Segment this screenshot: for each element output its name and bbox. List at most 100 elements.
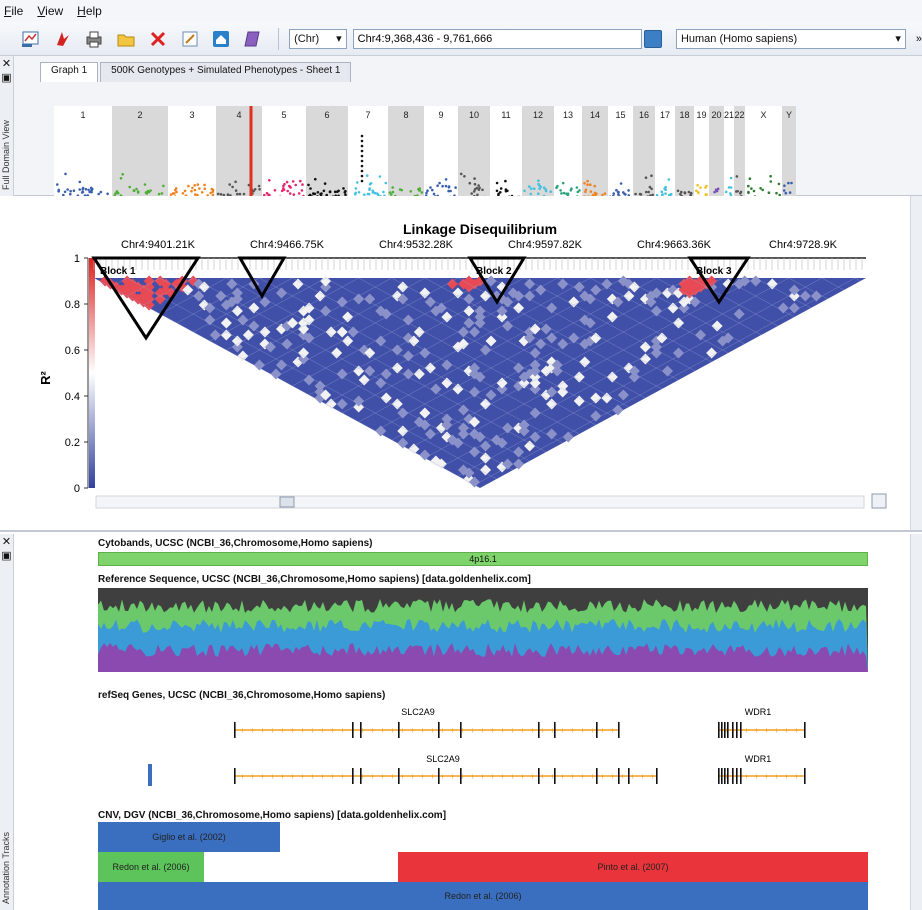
svg-text:+: +: [410, 726, 415, 735]
ld-y-tick-label: 0.4: [65, 391, 80, 403]
slc2a9-transcript-1-exon: [596, 722, 598, 738]
chromosome-select-value: (Chr): [294, 32, 320, 45]
gene-label-slc2a9-2: SLC2A9: [426, 754, 460, 764]
chromosome-label-9: 9: [438, 110, 443, 120]
ld-y-tick-label: 0: [74, 483, 80, 495]
svg-text:+: +: [530, 772, 535, 781]
svg-text:+: +: [440, 772, 445, 781]
slc2a9-transcript-2-exon: [554, 768, 556, 784]
cnv-redon-2006-green[interactable]: Redon et al. (2006): [98, 852, 204, 882]
ld-heatmap[interactable]: Linkage Disequilibrium 0 0.2 0.4 0.6 0.8 1 R² Ch…: [0, 196, 922, 532]
print-icon[interactable]: [82, 27, 108, 51]
slc2a9-transcript-1-exon: [360, 722, 362, 738]
cnv-redon-2006-blue[interactable]: Redon et al. (2006): [98, 882, 868, 910]
wdr1-transcript-2-exon: [732, 768, 734, 784]
ld-position-label: Chr4:9663.36K: [637, 239, 712, 251]
svg-text:+: +: [420, 772, 425, 781]
svg-text:+: +: [530, 726, 535, 735]
new-plot-icon[interactable]: [18, 27, 44, 51]
svg-text:+: +: [510, 726, 515, 735]
toolbar-overflow-button[interactable]: »: [916, 33, 922, 45]
svg-text:+: +: [370, 772, 375, 781]
svg-text:+: +: [470, 726, 475, 735]
slc2a9-transcript-1-exon: [234, 722, 236, 738]
cnv-giglio-2002[interactable]: Giglio et al. (2002): [98, 822, 280, 852]
svg-text:+: +: [560, 726, 565, 735]
wdr1-transcript-1-exon: [740, 722, 742, 738]
menu-file[interactable]: File: [4, 4, 23, 18]
svg-text:+: +: [390, 726, 395, 735]
annotation-vertical-scrollbar[interactable]: [910, 534, 922, 910]
menu-view[interactable]: View: [37, 4, 63, 18]
chromosome-label-1: 1: [80, 110, 85, 120]
ld-y-axis-label: R²: [38, 370, 53, 384]
ld-y-tick-label: 0.6: [65, 345, 80, 357]
location-input[interactable]: [352, 28, 643, 49]
svg-text:+: +: [784, 772, 789, 781]
svg-text:+: +: [260, 772, 265, 781]
go-to-location-button[interactable]: [644, 29, 662, 48]
home-icon[interactable]: [209, 27, 235, 51]
full-domain-rail: ✕ ▣ Full Domain View: [0, 56, 14, 196]
chromosome-label-5: 5: [281, 110, 286, 120]
chromosome-label-3: 3: [189, 110, 194, 120]
species-select-value: Human (Homo sapiens): [680, 32, 798, 45]
svg-text:+: +: [774, 772, 779, 781]
tab-genotypes-sheet[interactable]: 500K Genotypes + Simulated Phenotypes - …: [100, 62, 352, 82]
wdr1-transcript-1-exon: [732, 722, 734, 738]
svg-text:+: +: [340, 726, 345, 735]
cnv-pinto-2007[interactable]: Pinto et al. (2007): [398, 852, 868, 882]
svg-text:+: +: [370, 726, 375, 735]
close-red-x-icon[interactable]: [145, 27, 171, 51]
chromosome-label-14: 14: [590, 110, 600, 120]
open-folder-icon[interactable]: [113, 27, 139, 51]
ld-horizontal-scrollbar: [95, 495, 865, 509]
pin-icon[interactable]: ▣: [0, 550, 13, 562]
tab-graph-1[interactable]: Graph 1: [40, 62, 99, 82]
svg-text:+: +: [480, 726, 485, 735]
slc2a9-transcript-1-exon: [618, 722, 620, 738]
ld-title: Linkage Disequilibrium: [403, 221, 557, 237]
pin-icon[interactable]: ▣: [0, 72, 13, 84]
chromosome-label-11: 11: [501, 110, 510, 120]
wdr1-transcript-2-exon: [736, 768, 738, 784]
svg-text:+: +: [380, 772, 385, 781]
pdf-icon[interactable]: [50, 27, 76, 51]
zoom-fit-icon: [871, 493, 887, 509]
svg-text:+: +: [754, 726, 759, 735]
ld-position-label: Chr4:9597.82K: [508, 239, 583, 251]
species-select[interactable]: Human (Homo sapiens) ▾: [675, 28, 906, 49]
reference-sequence-track-title: Reference Sequence, UCSC (NCBI_36,Chromo…: [98, 574, 531, 585]
svg-text:+: +: [300, 772, 305, 781]
svg-text:+: +: [490, 772, 495, 781]
cytoband-4p16-1[interactable]: 4p16.1: [98, 552, 868, 566]
svg-text:+: +: [600, 772, 605, 781]
chromosome-select[interactable]: (Chr) ▾: [289, 28, 347, 49]
svg-text:+: +: [764, 772, 769, 781]
chromosome-label-10: 10: [469, 110, 479, 120]
slc2a9-transcript-2-exon: [360, 768, 362, 784]
chromosome-label-15: 15: [615, 110, 625, 120]
close-icon[interactable]: ✕: [0, 58, 13, 70]
svg-text:+: +: [520, 772, 525, 781]
svg-text:+: +: [300, 726, 305, 735]
notebook-icon[interactable]: [240, 27, 266, 51]
slc2a9-transcript-1-exon: [438, 722, 440, 738]
svg-text:+: +: [744, 726, 749, 735]
ld-vertical-scrollbar[interactable]: [910, 196, 922, 530]
toolbar: (Chr) ▾ Human (Homo sapiens) ▾ »: [0, 22, 922, 56]
slc2a9-transcript-1-exon: [460, 722, 462, 738]
edit-icon[interactable]: [177, 27, 203, 51]
svg-text:+: +: [630, 772, 635, 781]
ld-position-label: Chr4:9401.21K: [121, 239, 196, 251]
refseq-genes-track[interactable]: SLC2A9 WDR1 SLC2A9 WDR1 + + + + + + + + + + + + + + + +…: [98, 704, 868, 794]
wdr1-transcript-1-exon: [727, 722, 729, 738]
gene-label-slc2a9-1: SLC2A9: [401, 707, 435, 717]
reference-sequence-track[interactable]: [98, 588, 868, 672]
close-icon[interactable]: ✕: [0, 536, 13, 548]
svg-text:+: +: [310, 726, 315, 735]
svg-text:+: +: [590, 772, 595, 781]
annotation-rail-label: Annotation Tracks: [1, 831, 11, 904]
menu-help[interactable]: Help: [77, 4, 102, 18]
ld-block-label: Block 3: [696, 266, 732, 277]
